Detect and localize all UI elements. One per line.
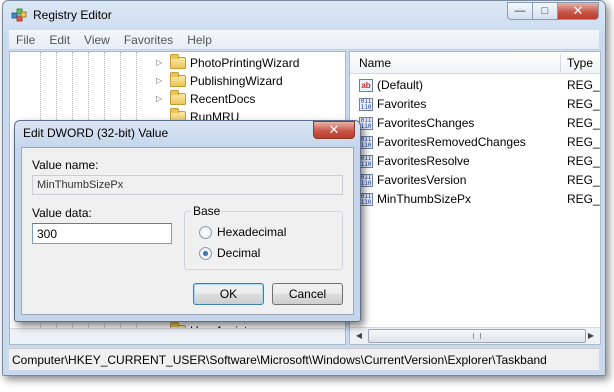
value-row-favoriteschanges[interactable]: 011 110 FavoritesChanges REG_ xyxy=(350,114,600,133)
binary-value-icon: 011 110 xyxy=(359,155,373,168)
status-bar-path: Computer\HKEY_CURRENT_USER\Software\Micr… xyxy=(9,348,599,370)
expand-arrow-icon[interactable]: ▷ xyxy=(156,58,164,67)
tree-item-label: PublishingWizard xyxy=(190,73,283,88)
values-horizontal-scrollbar[interactable]: ◀ ▶ xyxy=(350,327,600,344)
column-divider[interactable] xyxy=(560,54,561,72)
menu-edit[interactable]: Edit xyxy=(42,33,77,47)
folder-icon xyxy=(170,71,186,87)
value-name: FavoritesChanges xyxy=(377,116,475,130)
value-row-favorites[interactable]: 011 110 Favorites REG_ xyxy=(350,95,600,114)
scrollbar-thumb[interactable] xyxy=(368,329,586,343)
value-name-label: Value name: xyxy=(32,158,99,172)
value-type: REG_ xyxy=(567,192,600,206)
hexadecimal-radio[interactable] xyxy=(199,226,212,239)
menu-help[interactable]: Help xyxy=(180,33,219,47)
menu-file[interactable]: File xyxy=(9,33,42,47)
hexadecimal-label[interactable]: Hexadecimal xyxy=(217,225,286,239)
cancel-button[interactable]: Cancel xyxy=(272,283,343,305)
tree-item-photoprintingwizard[interactable]: ▷ PhotoPrintingWizard xyxy=(10,53,345,72)
expand-arrow-icon[interactable]: ▷ xyxy=(156,94,164,103)
tree-horizontal-scrollbar[interactable] xyxy=(10,328,345,344)
caption-buttons: — □ ✕ xyxy=(507,2,599,20)
scroll-left-icon[interactable]: ◀ xyxy=(352,330,366,342)
base-group: Base Hexadecimal Decimal xyxy=(184,204,343,270)
value-data-label: Value data: xyxy=(32,206,92,220)
tree-item-label: PhotoPrintingWizard xyxy=(190,55,300,70)
value-type: REG_ xyxy=(567,154,600,168)
title-bar[interactable]: Registry Editor — □ ✕ xyxy=(3,1,605,31)
dialog-close-button[interactable]: ✕ xyxy=(313,121,355,139)
column-header-type[interactable]: Type xyxy=(567,56,593,70)
folder-icon xyxy=(170,53,186,69)
edit-dword-dialog: Edit DWORD (32-bit) Value ✕ Value name: … xyxy=(14,120,361,322)
dialog-body: Value name: MinThumbSizePx Value data: 3… xyxy=(21,147,354,315)
value-type: REG_ xyxy=(567,97,600,111)
window-title: Registry Editor xyxy=(33,8,112,22)
value-type: REG_ xyxy=(567,173,600,187)
value-name-field: MinThumbSizePx xyxy=(32,175,343,195)
value-name: (Default) xyxy=(377,78,424,92)
binary-value-icon: 011 110 xyxy=(359,136,373,149)
value-data-input[interactable]: 300 xyxy=(32,223,172,244)
decimal-radio[interactable] xyxy=(199,247,212,260)
value-name: FavoritesVersion xyxy=(377,173,467,187)
value-row-favoritesremovedchanges[interactable]: 011 110 FavoritesRemovedChanges REG_ xyxy=(350,133,600,152)
value-type: REG_ xyxy=(567,78,600,92)
tree-item-label: RecentDocs xyxy=(190,91,256,106)
value-name: FavoritesRemovedChanges xyxy=(377,135,526,149)
value-row-minthumbsizepx[interactable]: 011 110 MinThumbSizePx REG_ xyxy=(350,190,600,209)
column-header-name[interactable]: Name xyxy=(359,56,391,70)
binary-value-icon: 011 110 xyxy=(359,117,373,130)
values-pane[interactable]: Name Type ab (Default) REG_ 011 110 Favo… xyxy=(349,51,601,345)
string-value-icon: ab xyxy=(359,79,373,92)
menu-view[interactable]: View xyxy=(77,33,117,47)
minimize-button[interactable]: — xyxy=(507,2,533,20)
close-button[interactable]: ✕ xyxy=(557,2,599,20)
scroll-right-icon[interactable]: ▶ xyxy=(584,330,598,342)
value-row-favoritesresolve[interactable]: 011 110 FavoritesResolve REG_ xyxy=(350,152,600,171)
binary-value-icon: 011 110 xyxy=(359,98,373,111)
column-header: Name Type xyxy=(350,52,600,74)
grip-icon xyxy=(473,333,481,339)
maximize-button[interactable]: □ xyxy=(532,2,558,20)
expand-arrow-icon[interactable]: ▷ xyxy=(156,76,164,85)
value-type: REG_ xyxy=(567,116,600,130)
registry-editor-icon xyxy=(11,8,27,22)
binary-value-icon: 011 110 xyxy=(359,193,373,206)
menu-bar: File Edit View Favorites Help xyxy=(9,30,599,50)
folder-icon xyxy=(170,89,186,105)
ok-button[interactable]: OK xyxy=(193,283,264,305)
dialog-title: Edit DWORD (32-bit) Value xyxy=(23,126,169,140)
tree-item-recentdocs[interactable]: ▷ RecentDocs xyxy=(10,89,345,108)
tree-item-publishingwizard[interactable]: ▷ PublishingWizard xyxy=(10,71,345,90)
value-name: FavoritesResolve xyxy=(377,154,470,168)
value-row-default[interactable]: ab (Default) REG_ xyxy=(350,76,600,95)
menu-favorites[interactable]: Favorites xyxy=(117,33,180,47)
binary-value-icon: 011 110 xyxy=(359,174,373,187)
value-type: REG_ xyxy=(567,135,600,149)
base-group-label: Base xyxy=(191,204,223,218)
decimal-label[interactable]: Decimal xyxy=(217,246,260,260)
value-name: MinThumbSizePx xyxy=(377,192,472,206)
value-row-favoritesversion[interactable]: 011 110 FavoritesVersion REG_ xyxy=(350,171,600,190)
value-name: Favorites xyxy=(377,97,427,111)
